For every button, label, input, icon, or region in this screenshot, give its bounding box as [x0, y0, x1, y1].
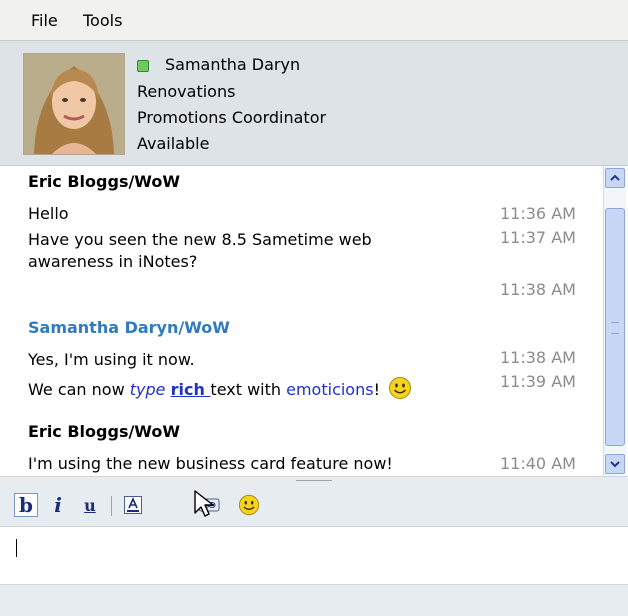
- menu-bar: File Tools: [0, 0, 628, 40]
- menu-tools[interactable]: Tools: [83, 11, 122, 30]
- contact-title: Promotions Coordinator: [137, 108, 327, 127]
- message-timestamp: 11:38 AM: [500, 348, 576, 367]
- sender-name: Eric Bloggs/WoW: [28, 422, 181, 441]
- smiley-icon: [238, 494, 260, 516]
- bold-icon: b: [19, 493, 33, 517]
- underline-icon: u: [84, 495, 96, 515]
- message-timestamp: 11:40 AM: [500, 454, 576, 473]
- message-text: I'm using the new business card feature …: [28, 454, 393, 473]
- message-text-continued: awareness in iNotes?: [28, 252, 198, 271]
- business-card: Samantha Daryn Renovations Promotions Co…: [0, 40, 628, 166]
- bold-underline-text: rich: [170, 380, 211, 399]
- chat-transcript[interactable]: Eric Bloggs/WoW Hello 11:36 AM Have you …: [0, 166, 603, 476]
- message-text: Yes, I'm using it now.: [28, 350, 195, 369]
- scroll-grip-icon: [611, 322, 619, 334]
- contact-status: Available: [137, 134, 210, 153]
- formatting-toolbar: b i u: [0, 484, 628, 527]
- contact-name: Samantha Daryn: [165, 55, 301, 74]
- rich-text-message: We can now type rich text with emoticion…: [28, 376, 412, 400]
- italic-text: type: [129, 380, 166, 399]
- scroll-up-button[interactable]: [605, 168, 625, 188]
- sender-name: Samantha Daryn/WoW: [28, 318, 230, 337]
- message-text: !: [373, 380, 380, 399]
- text-caret: [16, 539, 17, 557]
- chat-scrollbar[interactable]: [603, 166, 626, 476]
- bold-button[interactable]: b: [14, 493, 38, 517]
- message-text: We can now: [28, 380, 130, 399]
- font-color-icon: [124, 496, 142, 514]
- message-timestamp: 11:37 AM: [500, 228, 576, 247]
- italic-button[interactable]: i: [46, 493, 70, 517]
- emoticon-button[interactable]: [237, 493, 261, 517]
- menu-file[interactable]: File: [31, 11, 58, 30]
- message-timestamp: 11:39 AM: [500, 372, 576, 391]
- message-text: text with: [210, 380, 287, 399]
- colored-text: emoticions: [286, 380, 374, 399]
- scroll-down-button[interactable]: [605, 454, 625, 474]
- sender-name: Eric Bloggs/WoW: [28, 172, 181, 191]
- smiley-icon: [389, 377, 412, 399]
- message-timestamp: 11:36 AM: [500, 204, 576, 223]
- font-color-button[interactable]: [121, 493, 145, 517]
- underline-button[interactable]: u: [78, 493, 102, 517]
- status-bar: [0, 584, 628, 616]
- chevron-up-icon: [610, 174, 620, 181]
- splitter-grip-icon: [296, 480, 332, 483]
- italic-icon: i: [54, 493, 62, 517]
- mouse-pointer-icon: [194, 490, 214, 517]
- message-text: Hello: [28, 204, 69, 223]
- message-text: Have you seen the new 8.5 Sametime web: [28, 230, 372, 249]
- status-available-icon: [137, 60, 149, 72]
- chevron-down-icon: [610, 461, 620, 468]
- contact-department: Renovations: [137, 82, 236, 101]
- avatar: [23, 53, 125, 155]
- message-timestamp: 11:38 AM: [500, 280, 576, 299]
- toolbar-separator: [111, 496, 112, 516]
- message-compose-input[interactable]: [0, 527, 628, 583]
- scroll-thumb[interactable]: [605, 208, 625, 446]
